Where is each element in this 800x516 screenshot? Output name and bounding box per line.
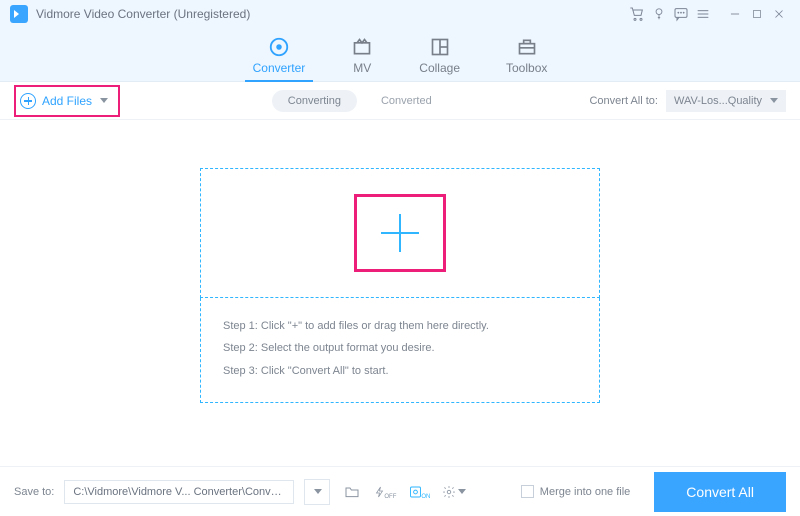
maximize-button[interactable] [746, 3, 768, 25]
tab-label: MV [353, 61, 371, 75]
merge-label: Merge into one file [540, 486, 631, 498]
close-button[interactable] [768, 3, 790, 25]
output-format-value: WAV-Los...Quality [674, 95, 762, 107]
tab-mv[interactable]: MV [351, 37, 373, 81]
merge-checkbox[interactable]: Merge into one file [521, 485, 631, 498]
convert-all-button[interactable]: Convert All [654, 472, 786, 512]
toolbox-icon [516, 37, 538, 57]
main-stage: Step 1: Click "+" to add files or drag t… [0, 120, 800, 403]
app-logo-icon [10, 5, 28, 23]
add-files-label: Add Files [42, 94, 92, 108]
step-text: Step 3: Click "Convert All" to start. [223, 364, 577, 379]
open-folder-button[interactable] [340, 480, 364, 504]
key-icon[interactable] [648, 3, 670, 25]
high-speed-toggle[interactable]: ON [408, 480, 432, 504]
drop-zone[interactable]: Step 1: Click "+" to add files or drag t… [200, 168, 600, 403]
save-to-label: Save to: [14, 486, 54, 498]
converting-tab[interactable]: Converting [272, 90, 357, 112]
tab-label: Converter [253, 61, 306, 75]
converter-icon [268, 37, 290, 57]
feedback-icon[interactable] [670, 3, 692, 25]
step-text: Step 2: Select the output format you des… [223, 341, 577, 356]
save-path-dropdown[interactable] [304, 479, 330, 505]
collage-icon [429, 37, 451, 57]
cart-icon[interactable] [626, 3, 648, 25]
chevron-down-icon [100, 98, 108, 103]
main-tabs: Converter MV Collage Toolbox [0, 28, 800, 82]
menu-icon[interactable] [692, 3, 714, 25]
chevron-down-icon [458, 489, 466, 494]
add-files-button[interactable]: Add Files [14, 85, 120, 117]
title-bar: Vidmore Video Converter (Unregistered) [0, 0, 800, 28]
mv-icon [351, 37, 373, 57]
checkbox-icon [521, 485, 534, 498]
tab-converter[interactable]: Converter [253, 37, 306, 81]
chevron-down-icon [314, 489, 322, 494]
settings-button[interactable] [442, 480, 466, 504]
step-text: Step 1: Click "+" to add files or drag t… [223, 319, 577, 334]
tab-label: Toolbox [506, 61, 547, 75]
output-format-dropdown[interactable]: WAV-Los...Quality [666, 90, 786, 112]
drop-zone-add[interactable] [200, 168, 600, 298]
chevron-down-icon [770, 98, 778, 103]
converted-tab[interactable]: Converted [375, 90, 438, 112]
tab-collage[interactable]: Collage [419, 37, 460, 81]
drop-zone-instructions: Step 1: Click "+" to add files or drag t… [200, 298, 600, 403]
app-title: Vidmore Video Converter (Unregistered) [36, 7, 250, 21]
tab-label: Collage [419, 61, 460, 75]
add-file-plus-icon[interactable] [354, 194, 446, 272]
plus-circle-icon [20, 93, 36, 109]
convert-all-to-label: Convert All to: [589, 95, 657, 107]
hardware-accel-toggle[interactable]: OFF [374, 480, 398, 504]
minimize-button[interactable] [724, 3, 746, 25]
footer-bar: Save to: C:\Vidmore\Vidmore V... Convert… [0, 466, 800, 516]
sub-toolbar: Add Files Converting Converted Convert A… [0, 82, 800, 120]
save-path-field[interactable]: C:\Vidmore\Vidmore V... Converter\Conver… [64, 480, 294, 504]
tab-toolbox[interactable]: Toolbox [506, 37, 547, 81]
